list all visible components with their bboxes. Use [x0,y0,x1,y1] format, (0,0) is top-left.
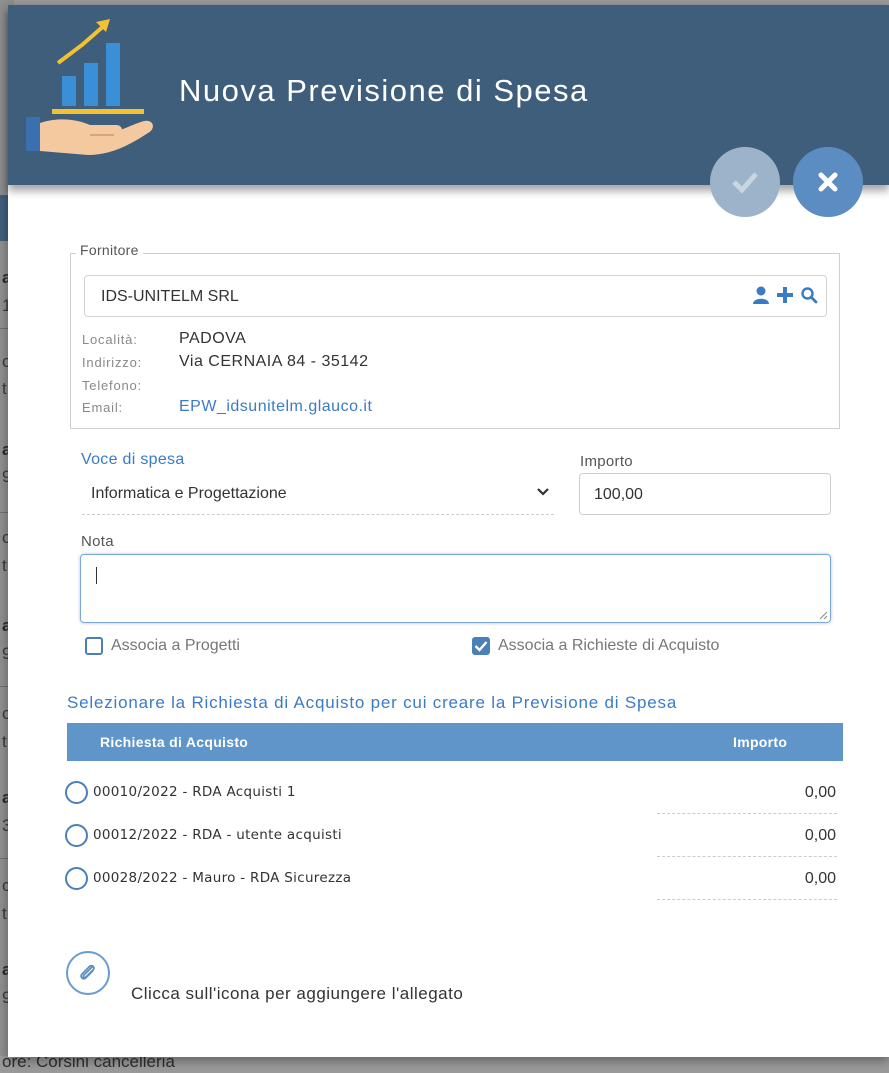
purchase-requests-title: Selezionare la Richiesta di Acquisto per… [67,693,678,712]
email-link[interactable]: EPW_idsunitelm.glauco.it [179,398,372,416]
radio-button[interactable] [65,867,88,890]
resize-grip-icon[interactable] [818,610,828,620]
expense-item-value: Informatica e Progettazione [91,485,287,502]
checkbox-checked-icon [472,637,490,655]
telefono-label: Telefono: [82,378,142,393]
indirizzo-value: Via CERNAIA 84 - 35142 [179,353,369,370]
background-fragment: t [2,379,7,398]
chart-hand-icon [26,19,153,155]
user-icon[interactable] [752,286,770,304]
search-icon[interactable] [800,286,818,304]
dialog-title: Nuova Previsione di Spesa [179,73,589,108]
amount-underline [657,856,837,857]
text-caret [96,567,97,584]
attachment-button[interactable] [66,951,110,995]
amount-label: Importo [580,453,633,470]
request-label: 00012/2022 - RDA - utente acquisti [93,827,342,843]
indirizzo-label: Indirizzo: [82,355,143,370]
associate-purchase-requests-label: Associa a Richieste di Acquisto [498,637,720,654]
amount-value: 100,00 [594,486,643,503]
background-footer: ore: Corsini cancelleria [0,1052,889,1073]
associate-projects-label: Associa a Progetti [111,637,240,654]
email-label: Email: [82,400,123,415]
localita-value: PADOVA [179,330,247,347]
column-header-amount[interactable]: Importo [733,734,787,750]
supplier-value: IDS-UNITELM SRL [101,288,239,305]
attachment-instruction: Clicca sull'icona per aggiungere l'alleg… [131,984,464,1003]
request-amount: 0,00 [804,870,836,887]
radio-button[interactable] [65,824,88,847]
note-textarea[interactable] [80,554,831,623]
associate-projects-checkbox[interactable]: Associa a Progetti [85,637,240,655]
purchase-requests-table-header: Richiesta di Acquisto Importo [67,723,843,761]
request-label: 00010/2022 - RDA Acquisti 1 [93,784,296,800]
chevron-down-icon [537,488,549,496]
column-header-request[interactable]: Richiesta di Acquisto [100,734,248,750]
request-amount: 0,00 [804,827,836,844]
new-expense-forecast-dialog: Nuova Previsione di Spesa Fornitore IDS-… [8,5,889,1057]
check-icon [732,172,758,194]
radio-button[interactable] [65,781,88,804]
background-fragment: t [2,556,7,575]
close-button[interactable] [793,147,863,217]
plus-icon[interactable] [776,286,794,304]
table-row[interactable]: 00012/2022 - RDA - utente acquisti 0,00 [65,824,845,864]
confirm-button[interactable] [710,147,780,217]
close-icon [818,172,838,192]
note-label: Nota [81,533,114,550]
amount-underline [657,899,837,900]
localita-label: Località: [82,332,138,347]
supplier-actions [752,286,818,304]
background-fragment: t [2,904,7,923]
paperclip-icon [80,964,95,980]
request-label: 00028/2022 - Mauro - RDA Sicurezza [93,870,352,886]
table-row[interactable]: 00010/2022 - RDA Acquisti 1 0,00 [65,781,845,821]
background-fragment: t [2,732,7,751]
expense-item-label: Voce di spesa [81,451,185,468]
table-row[interactable]: 00028/2022 - Mauro - RDA Sicurezza 0,00 [65,867,845,907]
amount-input[interactable]: 100,00 [579,473,831,515]
supplier-input[interactable]: IDS-UNITELM SRL [84,275,827,317]
associate-purchase-requests-checkbox[interactable]: Associa a Richieste di Acquisto [472,637,719,655]
amount-underline [657,813,837,814]
expense-item-select[interactable]: Informatica e Progettazione [82,475,554,515]
checkbox-unchecked-icon [85,637,103,655]
request-amount: 0,00 [804,784,836,801]
supplier-legend: Fornitore [76,242,143,258]
